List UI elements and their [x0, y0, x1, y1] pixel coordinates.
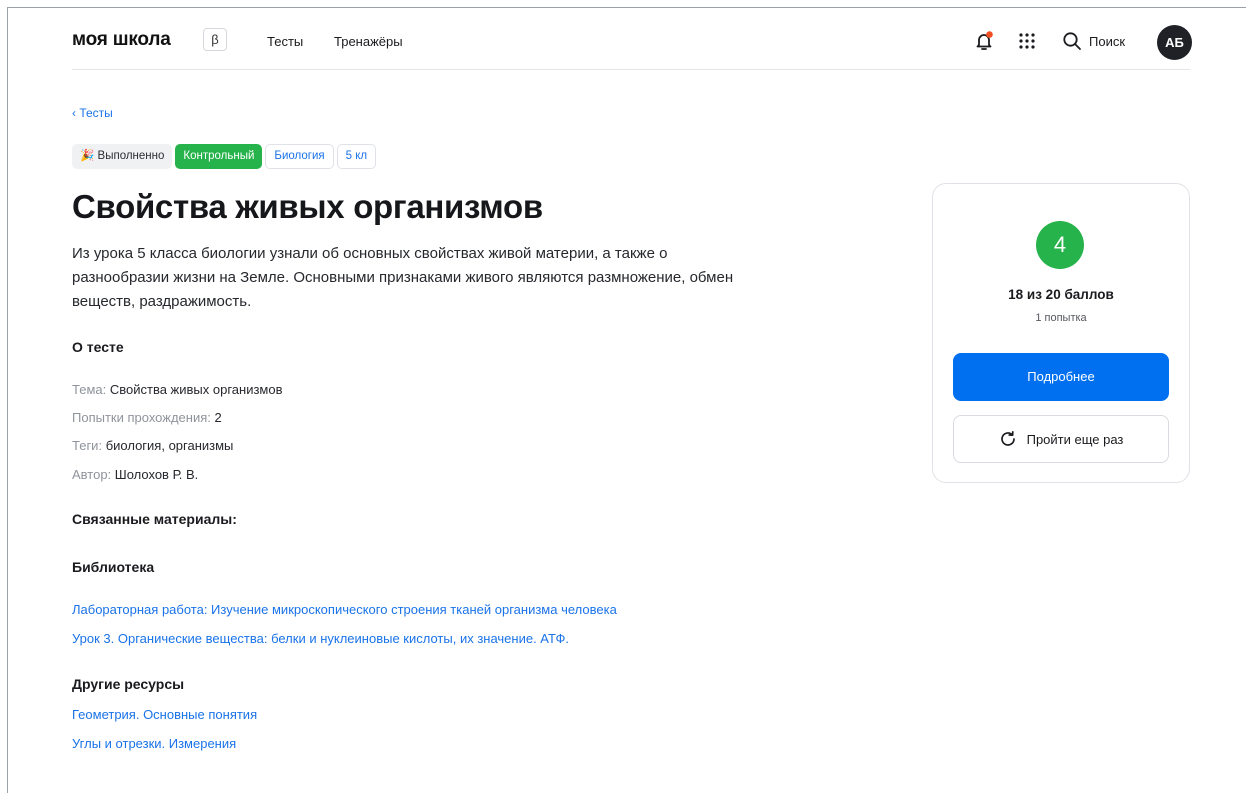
library-heading: Библиотека: [72, 559, 155, 575]
info-row-tags: Теги: биология, организмы: [72, 438, 233, 453]
search-label: Поиск: [1089, 33, 1126, 49]
info-value: Свойства живых организмов: [109, 382, 283, 397]
subject-tag[interactable]: Биология: [265, 144, 334, 169]
info-key: Автор:: [72, 467, 112, 482]
info-key: Теги:: [72, 438, 103, 453]
retry-button-label: Пройти еще раз: [1026, 431, 1124, 447]
result-card: 4 18 из 20 баллов 1 попытка Подробнее Пр…: [932, 183, 1190, 483]
other-resources-heading: Другие ресурсы: [72, 676, 185, 692]
page-description: Из урока 5 класса биологии узнали об осн…: [72, 245, 734, 310]
status-badge-label: Выполненно: [97, 150, 165, 162]
test-type-tag: Контрольный: [175, 144, 263, 169]
retry-icon: [1000, 430, 1015, 446]
grade-circle: 4: [1036, 221, 1084, 269]
resource-link[interactable]: Геометрия. Основные понятия: [72, 707, 257, 722]
details-button[interactable]: Подробнее: [953, 353, 1169, 401]
info-key: Тема:: [72, 382, 107, 397]
avatar[interactable]: АБ: [1157, 25, 1192, 60]
nav-tests[interactable]: Тесты: [267, 34, 303, 49]
info-key: Попытки прохождения:: [72, 410, 211, 425]
search-icon: [1063, 32, 1081, 50]
logo[interactable]: моя школа: [72, 29, 171, 51]
search-button[interactable]: Поиск: [1062, 29, 1125, 53]
beta-badge: β: [203, 28, 227, 51]
tag-list: 🎉 Выполненно Контрольный Биология 5 кл: [72, 144, 377, 169]
resource-link[interactable]: Углы и отрезки. Измерения: [72, 736, 236, 751]
info-value: Шолохов Р. В.: [114, 467, 199, 482]
attempt-count: 1 попытка: [1035, 312, 1087, 324]
status-badge: 🎉 Выполненно: [72, 144, 173, 169]
apps-grid-icon[interactable]: [1015, 29, 1039, 53]
info-row-author: Автор: Шолохов Р. В.: [72, 467, 198, 482]
info-value: 2: [214, 410, 222, 425]
score-text: 18 из 20 баллов: [1008, 287, 1114, 302]
notification-bell-icon[interactable]: [972, 29, 996, 53]
back-link[interactable]: ‹ Тесты: [72, 106, 113, 120]
about-heading: О тесте: [72, 339, 124, 355]
party-popper-icon: 🎉: [80, 150, 95, 162]
nav-trainers[interactable]: Тренажёры: [334, 34, 403, 49]
related-heading: Связанные материалы:: [72, 511, 237, 527]
library-link[interactable]: Лабораторная работа: Изучение микроскопи…: [72, 602, 617, 617]
retry-button[interactable]: Пройти еще раз: [953, 415, 1169, 463]
library-link[interactable]: Урок 3. Органические вещества: белки и н…: [72, 631, 569, 646]
info-row-topic: Тема: Свойства живых организмов: [72, 382, 283, 397]
grade-tag[interactable]: 5 кл: [336, 144, 377, 169]
info-row-attempts: Попытки прохождения: 2: [72, 410, 222, 425]
page-title: Свойства живых организмов: [72, 188, 543, 225]
top-header: моя школа β Тесты Тренажёры Поиск АБ: [72, 22, 1192, 70]
info-value: биология, организмы: [105, 438, 234, 453]
